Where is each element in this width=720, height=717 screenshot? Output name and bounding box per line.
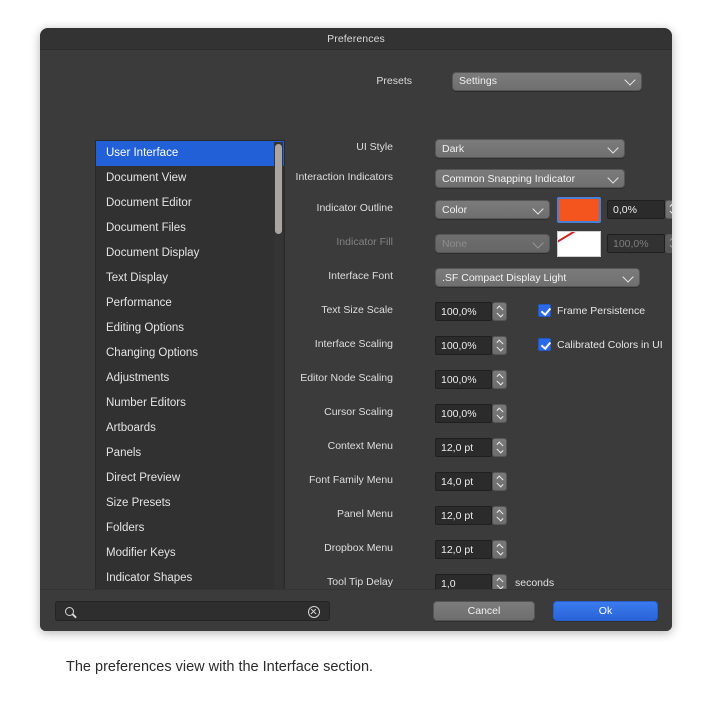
cancel-button[interactable]: Cancel — [433, 601, 535, 621]
row-ui-style: UI Style Dark — [295, 136, 665, 161]
text-size-scale-stepper[interactable] — [492, 302, 507, 321]
window-title: Preferences — [327, 33, 385, 45]
context-menu-label: Context Menu — [193, 440, 393, 452]
checkbox-icon[interactable] — [538, 338, 551, 351]
row-indicator-fill: Indicator Fill None 100,0% — [295, 229, 665, 259]
sidebar-item-artboards[interactable]: Artboards — [96, 416, 284, 441]
frame-persistence-checkbox-row[interactable]: Frame Persistence — [538, 304, 645, 317]
search-icon — [65, 607, 74, 616]
settings-panel: UI Style Dark Interaction Indicators Com… — [295, 136, 665, 601]
chevron-down-icon — [607, 172, 618, 183]
interface-font-label: Interface Font — [193, 270, 393, 282]
font-family-menu-field[interactable]: 14,0 pt — [435, 472, 492, 491]
chevron-down-icon — [622, 271, 633, 282]
row-text-size-scale: Text Size Scale 100,0% Frame Persistence — [295, 299, 665, 324]
editor-node-scaling-field[interactable]: 100,0% — [435, 370, 492, 389]
ui-style-value: Dark — [442, 143, 464, 155]
interaction-indicators-value: Common Snapping Indicator — [442, 173, 575, 185]
indicator-fill-color-swatch[interactable] — [557, 231, 601, 257]
row-dropbox-menu: Dropbox Menu 12,0 pt — [295, 537, 665, 562]
ui-style-label: UI Style — [193, 141, 393, 153]
presets-value: Settings — [459, 75, 497, 87]
ok-button[interactable]: Ok — [553, 601, 658, 621]
tool-tip-delay-unit: seconds — [515, 577, 554, 589]
chevron-down-icon — [607, 142, 618, 153]
indicator-outline-mode-value: Color — [442, 204, 467, 216]
interface-scaling-field[interactable]: 100,0% — [435, 336, 492, 355]
context-menu-field[interactable]: 12,0 pt — [435, 438, 492, 457]
calibrated-colors-label: Calibrated Colors in UI — [557, 339, 663, 351]
context-menu-stepper[interactable] — [492, 438, 507, 457]
indicator-outline-opacity-field[interactable]: 0,0% — [607, 200, 665, 219]
cursor-scaling-stepper[interactable] — [492, 404, 507, 423]
clear-search-icon[interactable] — [308, 606, 320, 618]
indicator-outline-label: Indicator Outline — [193, 202, 393, 214]
row-cursor-scaling: Cursor Scaling 100,0% — [295, 401, 665, 426]
dialog-bottom-bar: Cancel Ok — [40, 589, 672, 631]
chevron-down-icon — [532, 237, 543, 248]
interface-font-dropdown[interactable]: .SF Compact Display Light — [435, 268, 640, 287]
indicator-fill-mode-dropdown: None — [435, 234, 550, 253]
cursor-scaling-field[interactable]: 100,0% — [435, 404, 492, 423]
presets-label: Presets — [370, 75, 412, 87]
presets-dropdown[interactable]: Settings — [452, 72, 642, 91]
text-size-scale-label: Text Size Scale — [193, 304, 393, 316]
chevron-down-icon — [624, 74, 635, 85]
text-size-scale-field[interactable]: 100,0% — [435, 302, 492, 321]
row-font-family-menu: Font Family Menu 14,0 pt — [295, 469, 665, 494]
tool-tip-delay-label: Tool Tip Delay — [193, 576, 393, 588]
indicator-fill-opacity-field: 100,0% — [607, 234, 665, 253]
presets-row: Presets Settings — [40, 70, 672, 92]
indicator-fill-opacity-stepper — [665, 234, 672, 253]
window-titlebar: Preferences — [40, 28, 672, 50]
dropbox-menu-label: Dropbox Menu — [193, 542, 393, 554]
font-family-menu-label: Font Family Menu — [193, 474, 393, 486]
indicator-fill-mode-value: None — [442, 238, 467, 250]
search-field[interactable] — [55, 601, 330, 621]
panel-menu-field[interactable]: 12,0 pt — [435, 506, 492, 525]
panel-menu-stepper[interactable] — [492, 506, 507, 525]
checkbox-icon[interactable] — [538, 304, 551, 317]
preferences-window: Preferences Presets Settings User Interf… — [40, 28, 672, 631]
indicator-outline-color-swatch[interactable] — [557, 197, 601, 223]
row-panel-menu: Panel Menu 12,0 pt — [295, 503, 665, 528]
font-family-menu-stepper[interactable] — [492, 472, 507, 491]
search-input[interactable] — [82, 602, 297, 620]
dropbox-menu-stepper[interactable] — [492, 540, 507, 559]
interface-scaling-label: Interface Scaling — [193, 338, 393, 350]
chevron-down-icon — [532, 203, 543, 214]
indicator-fill-label: Indicator Fill — [193, 236, 393, 248]
editor-node-scaling-stepper[interactable] — [492, 370, 507, 389]
editor-node-scaling-label: Editor Node Scaling — [193, 372, 393, 384]
figure-caption: The preferences view with the Interface … — [66, 659, 373, 675]
interface-scaling-stepper[interactable] — [492, 336, 507, 355]
cursor-scaling-label: Cursor Scaling — [193, 406, 393, 418]
row-indicator-outline: Indicator Outline Color 0,0% 0,7 — [295, 195, 665, 225]
row-context-menu: Context Menu 12,0 pt — [295, 435, 665, 460]
no-fill-slash-icon — [557, 231, 601, 246]
frame-persistence-label: Frame Persistence — [557, 305, 645, 317]
dropbox-menu-field[interactable]: 12,0 pt — [435, 540, 492, 559]
row-interface-scaling: Interface Scaling 100,0% Calibrated Colo… — [295, 333, 665, 358]
interaction-indicators-label: Interaction Indicators — [193, 171, 393, 183]
panel-menu-label: Panel Menu — [193, 508, 393, 520]
row-interaction-indicators: Interaction Indicators Common Snapping I… — [295, 166, 665, 191]
interface-font-value: .SF Compact Display Light — [442, 272, 566, 284]
ui-style-dropdown[interactable]: Dark — [435, 139, 625, 158]
interaction-indicators-dropdown[interactable]: Common Snapping Indicator — [435, 169, 625, 188]
indicator-outline-mode-dropdown[interactable]: Color — [435, 200, 550, 219]
indicator-outline-opacity-stepper[interactable] — [665, 200, 672, 219]
row-interface-font: Interface Font .SF Compact Display Light — [295, 265, 665, 290]
calibrated-colors-checkbox-row[interactable]: Calibrated Colors in UI — [538, 338, 663, 351]
row-editor-node-scaling: Editor Node Scaling 100,0% — [295, 367, 665, 392]
sidebar-scrollbar-thumb[interactable] — [275, 144, 282, 234]
